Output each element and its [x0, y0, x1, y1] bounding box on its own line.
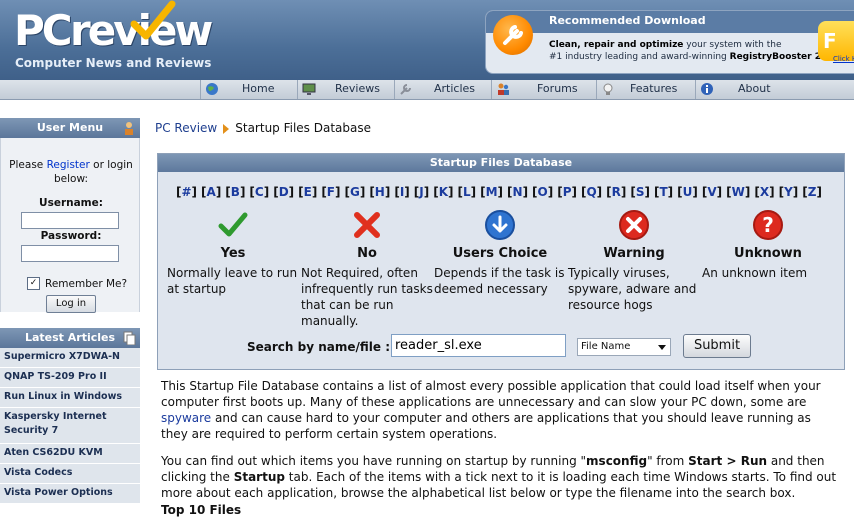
- monitor-icon: [302, 83, 316, 95]
- letter-link-x[interactable]: X: [760, 185, 769, 199]
- letter-link-m[interactable]: M: [486, 185, 498, 199]
- login-box: Please Register or login below: Username…: [0, 138, 140, 313]
- article-link-codecs[interactable]: Vista Codecs: [0, 464, 140, 484]
- article-link-power[interactable]: Vista Power Options: [0, 484, 140, 504]
- top-10-files-heading: Top 10 Files: [161, 503, 242, 517]
- search-label: Search by name/file :: [247, 340, 391, 354]
- letter-link-c[interactable]: C: [255, 185, 264, 199]
- user-menu-header: User Menu: [0, 118, 140, 138]
- ad-click-link[interactable]: Click H: [833, 55, 854, 63]
- nav-reviews[interactable]: Reviews: [297, 80, 395, 99]
- article-link-aten[interactable]: Aten CS62DU KVM: [0, 444, 140, 464]
- article-link-linux[interactable]: Run Linux in Windows: [0, 388, 140, 408]
- wrench-icon: [400, 84, 411, 95]
- username-label: Username:: [39, 197, 103, 209]
- latest-articles-list: Supermicro X7DWA-N QNAP TS-209 Pro II Ru…: [0, 348, 140, 504]
- register-link[interactable]: Register: [47, 159, 90, 171]
- latest-articles-panel: Latest Articles Supermicro X7DWA-N QNAP …: [0, 328, 140, 504]
- letter-link-y[interactable]: Y: [784, 185, 793, 199]
- latest-articles-header: Latest Articles: [0, 328, 140, 348]
- breadcrumb-arrow-icon: [223, 123, 230, 134]
- login-intro: Please Register or login below:: [9, 159, 133, 185]
- search-type-select[interactable]: File Name: [577, 338, 671, 356]
- letter-index: [#] [A] [B] [C] [D] [E] [F] [G] [H] [I] [J] [K] [L][…: [176, 185, 822, 199]
- letter-link-r[interactable]: R: [612, 185, 621, 199]
- letter-link-hash[interactable]: #: [181, 185, 191, 199]
- lightbulb-icon: [603, 83, 613, 95]
- x-icon: [354, 212, 380, 238]
- password-input[interactable]: [21, 245, 119, 262]
- letter-link-e[interactable]: E: [304, 185, 312, 199]
- remember-me-label: Remember Me?: [45, 278, 128, 290]
- username-input[interactable]: [21, 212, 119, 229]
- intro-paragraph-1: This Startup File Database contains a li…: [161, 379, 821, 441]
- letter-link-k[interactable]: K: [439, 185, 448, 199]
- nav-home[interactable]: Home: [200, 80, 298, 99]
- documents-icon: [123, 331, 136, 345]
- article-link-supermicro[interactable]: Supermicro X7DWA-N: [0, 348, 140, 368]
- submit-button[interactable]: Submit: [683, 334, 751, 358]
- letter-link-q[interactable]: Q: [586, 185, 596, 199]
- nav-about[interactable]: About: [695, 80, 854, 99]
- remember-me-checkbox[interactable]: ✓: [27, 277, 40, 290]
- letter-link-n[interactable]: N: [513, 185, 523, 199]
- info-icon: [701, 83, 713, 95]
- letter-link-i[interactable]: I: [400, 185, 404, 199]
- letter-link-s[interactable]: S: [636, 185, 645, 199]
- logo-pc: PC: [14, 6, 73, 55]
- article-link-kaspersky[interactable]: Kaspersky Internet Security 7: [0, 408, 140, 444]
- letter-link-t[interactable]: T: [659, 185, 667, 199]
- login-button[interactable]: Log in: [46, 295, 96, 313]
- letter-link-p[interactable]: P: [563, 185, 572, 199]
- sidebar: User Menu Please Register or login below…: [0, 118, 140, 511]
- site-tagline: Computer News and Reviews: [15, 56, 212, 70]
- letter-link-b[interactable]: B: [231, 185, 240, 199]
- letter-link-z[interactable]: Z: [808, 185, 817, 199]
- letter-link-a[interactable]: A: [207, 185, 216, 199]
- letter-link-w[interactable]: W: [732, 185, 745, 199]
- password-label: Password:: [40, 230, 102, 242]
- letter-link-f[interactable]: F: [327, 185, 335, 199]
- main-nav: Home Reviews Articles Forums Features Ab…: [0, 80, 854, 100]
- letter-link-g[interactable]: G: [350, 185, 360, 199]
- letter-link-h[interactable]: H: [375, 185, 385, 199]
- nav-forums[interactable]: Forums: [491, 80, 597, 99]
- nav-features[interactable]: Features: [596, 80, 696, 99]
- site-header: PC review Computer News and Reviews Reco…: [0, 0, 854, 80]
- users-icon: [498, 83, 509, 95]
- chevron-down-icon: [658, 345, 666, 350]
- article-link-qnap[interactable]: QNAP TS-209 Pro II: [0, 368, 140, 388]
- ad-title: Recommended Download: [549, 14, 706, 27]
- down-arrow-icon: [485, 210, 515, 240]
- startup-db-title: Startup Files Database: [158, 154, 844, 172]
- intro-paragraph-2: You can find out which items you have ru…: [161, 454, 837, 500]
- check-icon: [218, 212, 248, 237]
- globe-icon: [206, 83, 218, 95]
- letter-link-j[interactable]: J: [419, 185, 423, 199]
- letter-link-o[interactable]: O: [538, 185, 548, 199]
- warning-icon: [619, 210, 649, 240]
- letter-link-v[interactable]: V: [707, 185, 716, 199]
- letter-link-l[interactable]: L: [463, 185, 471, 199]
- recommended-download-ad[interactable]: Recommended Download Clean, repair and o…: [485, 10, 854, 74]
- intro-content: This Startup File Database contains a li…: [161, 378, 841, 512]
- breadcrumb: PC Review Startup Files Database: [155, 121, 371, 135]
- logo-check-icon: [130, 0, 176, 40]
- svg-text:?: ?: [762, 213, 774, 237]
- wrench-ad-icon: [493, 15, 533, 55]
- startup-db-box: Startup Files Database [#] [A] [B] [C] [D] [E…: [157, 153, 845, 370]
- search-input[interactable]: [391, 334, 566, 357]
- breadcrumb-home-link[interactable]: PC Review: [155, 121, 217, 135]
- breadcrumb-current: Startup Files Database: [235, 121, 372, 135]
- spyware-link[interactable]: spyware: [161, 411, 211, 425]
- user-menu-icon: [125, 122, 133, 135]
- letter-link-d[interactable]: D: [279, 185, 289, 199]
- ad-text: Clean, repair and optimize your system w…: [549, 40, 825, 62]
- letter-link-u[interactable]: U: [683, 185, 693, 199]
- nav-articles[interactable]: Articles: [394, 80, 492, 99]
- question-icon: ?: [753, 210, 783, 240]
